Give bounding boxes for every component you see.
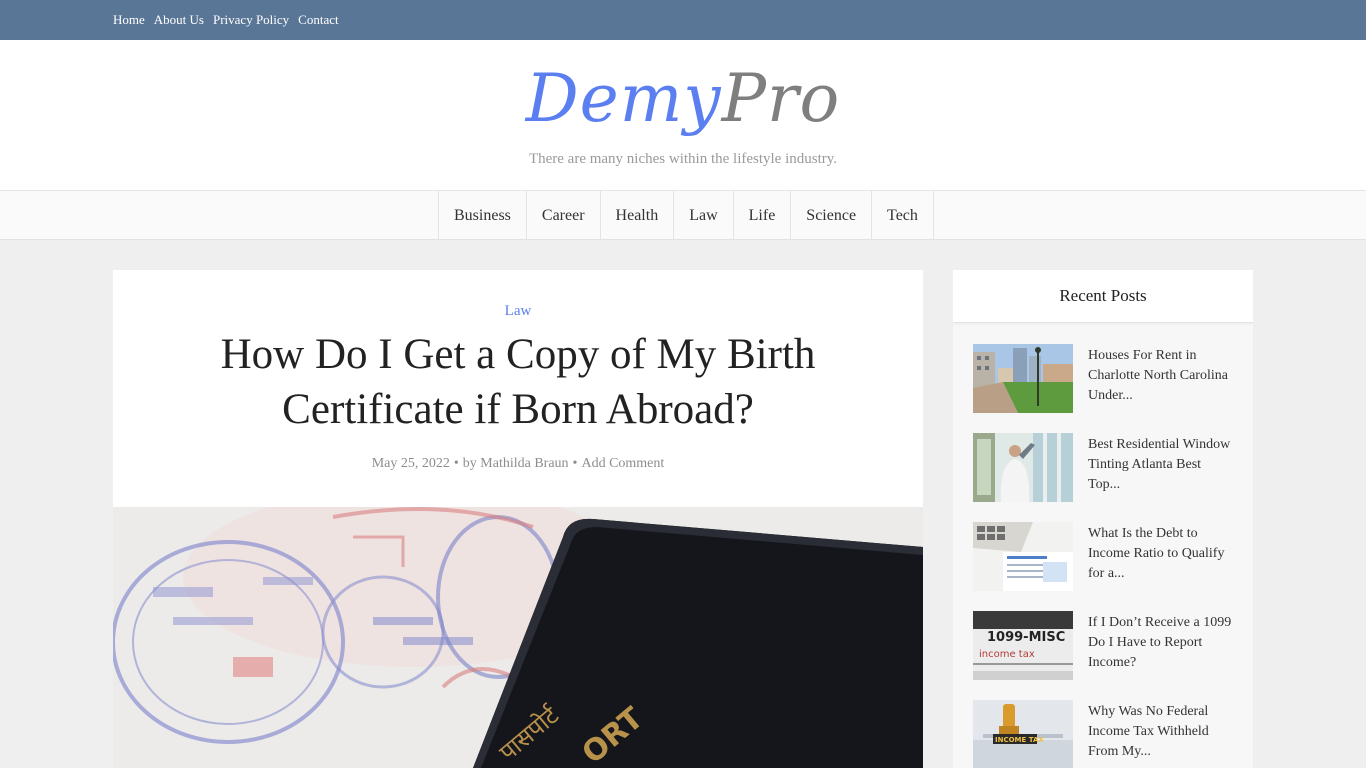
category-business[interactable]: Business <box>439 191 527 240</box>
site-logo[interactable]: DemyPro <box>0 60 1366 137</box>
top-nav-about[interactable]: About Us <box>154 12 204 28</box>
recent-post-item[interactable]: Best Residential Window Tinting Atlanta … <box>973 431 1233 502</box>
post-thumbnail[interactable]: 1099-MISC income tax <box>973 611 1073 680</box>
post-title[interactable]: Best Residential Window Tinting Atlanta … <box>1088 435 1233 495</box>
article-author[interactable]: by Mathilda Braun <box>463 456 569 471</box>
meta-separator: • <box>572 456 578 471</box>
top-nav: Home About Us Privacy Policy Contact <box>113 0 348 40</box>
recent-post-item[interactable]: 1099-MISC income tax If I Don’t Receive … <box>973 609 1233 680</box>
meta-separator: • <box>453 456 459 471</box>
recent-post-item[interactable]: Houses For Rent in Charlotte North Carol… <box>973 342 1233 413</box>
category-science[interactable]: Science <box>791 191 873 240</box>
category-tech[interactable]: Tech <box>872 191 934 240</box>
featured-image: ORT पासपोर्ट <box>113 507 923 768</box>
post-thumbnail[interactable] <box>973 522 1073 591</box>
svg-text:income tax: income tax <box>979 649 1035 660</box>
article-meta: May 25, 2022 • by Mathilda Braun • Add Comme… <box>113 456 923 472</box>
article-title: How Do I Get a Copy of My Birth Certific… <box>220 331 816 433</box>
post-thumbnail[interactable] <box>973 344 1073 413</box>
category-nav: Business Career Health Law Life Science … <box>0 190 1366 240</box>
logo-part-pro: Pro <box>721 60 841 137</box>
category-law[interactable]: Law <box>674 191 734 240</box>
logo-part-demy: Demy <box>525 60 722 137</box>
site-tagline: There are many niches within the lifesty… <box>528 151 838 167</box>
category-nav-items: Business Career Health Law Life Science … <box>438 191 934 240</box>
category-career[interactable]: Career <box>527 191 601 240</box>
post-title[interactable]: What Is the Debt to Income Ratio to Qual… <box>1088 524 1233 584</box>
recent-post-item[interactable]: What Is the Debt to Income Ratio to Qual… <box>973 520 1233 591</box>
add-comment-link[interactable]: Add Comment <box>581 456 664 471</box>
article-date[interactable]: May 25, 2022 <box>372 456 450 471</box>
sidebar: Recent Posts Houses For Rent in Charlott… <box>953 270 1253 768</box>
svg-text:INCOME TAX: INCOME TAX <box>995 736 1044 744</box>
top-nav-home[interactable]: Home <box>113 12 145 28</box>
post-title[interactable]: Houses For Rent in Charlotte North Carol… <box>1088 346 1233 406</box>
top-bar: Home About Us Privacy Policy Contact <box>0 0 1366 40</box>
passport-image: ORT पासपोर्ट <box>113 507 923 768</box>
top-nav-privacy[interactable]: Privacy Policy <box>213 12 289 28</box>
post-thumbnail[interactable] <box>973 433 1073 502</box>
top-nav-contact[interactable]: Contact <box>298 12 338 28</box>
article-category-link[interactable]: Law <box>113 303 923 320</box>
category-health[interactable]: Health <box>601 191 675 240</box>
article-card: Law How Do I Get a Copy of My Birth Cert… <box>113 270 923 768</box>
category-life[interactable]: Life <box>734 191 792 240</box>
recent-post-item[interactable]: INCOME TAX Why Was No Federal Income Tax… <box>973 698 1233 768</box>
post-title[interactable]: Why Was No Federal Income Tax Withheld F… <box>1088 702 1233 762</box>
post-thumbnail[interactable]: INCOME TAX <box>973 700 1073 768</box>
svg-text:1099-MISC: 1099-MISC <box>987 630 1065 645</box>
site-header: DemyPro There are many niches within the… <box>0 40 1366 190</box>
recent-posts-title: Recent Posts <box>953 270 1253 323</box>
post-title[interactable]: If I Don’t Receive a 1099 Do I Have to R… <box>1088 613 1233 673</box>
